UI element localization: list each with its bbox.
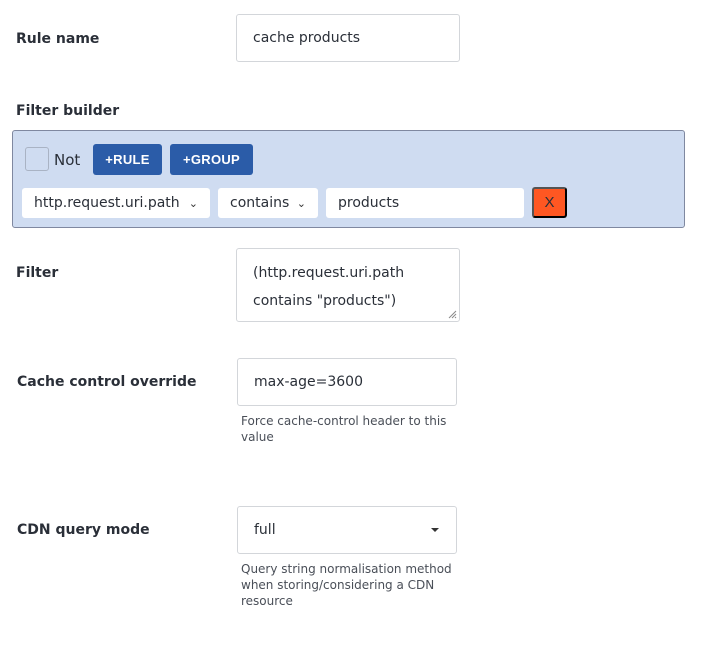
filter-builder-panel: Not +RULE +GROUP http.request.uri.path ⌄… (12, 130, 685, 228)
caret-down-icon (431, 528, 439, 532)
rule-value-text: products (338, 195, 400, 211)
filter-builder-label: Filter builder (16, 103, 120, 119)
add-rule-button[interactable]: +RULE (93, 144, 162, 175)
cdn-query-mode-select[interactable]: full (237, 506, 457, 554)
resize-handle-icon[interactable] (448, 310, 457, 319)
rule-field-value: http.request.uri.path (34, 195, 180, 211)
filter-line-2: contains "products") (253, 293, 397, 309)
cache-control-label: Cache control override (17, 374, 197, 390)
cdn-query-mode-help: Query string normalisation method when s… (241, 562, 452, 608)
filter-line-1: (http.request.uri.path (253, 265, 405, 281)
rule-name-input[interactable]: cache products (236, 14, 460, 62)
filter-textarea[interactable]: (http.request.uri.path contains "product… (236, 248, 460, 322)
rule-field-select[interactable]: http.request.uri.path ⌄ (22, 188, 210, 218)
cache-control-help: Force cache-control header to this value (241, 414, 447, 444)
cdn-query-mode-value: full (254, 522, 276, 538)
rule-name-value: cache products (253, 30, 361, 46)
chevron-down-icon: ⌄ (296, 196, 306, 210)
cdn-query-mode-label: CDN query mode (17, 522, 150, 538)
rule-operator-value: contains (230, 195, 290, 211)
remove-rule-button[interactable]: X (532, 187, 567, 218)
filter-label: Filter (16, 265, 59, 281)
rule-name-label: Rule name (16, 31, 100, 47)
cache-control-input[interactable]: max-age=3600 (237, 358, 457, 406)
chevron-down-icon: ⌄ (188, 196, 198, 210)
cache-control-value: max-age=3600 (254, 374, 363, 390)
rule-operator-select[interactable]: contains ⌄ (218, 188, 318, 218)
not-label: Not (54, 151, 81, 169)
not-checkbox[interactable] (25, 147, 49, 171)
add-group-button[interactable]: +GROUP (170, 144, 253, 175)
rule-value-input[interactable]: products (326, 188, 524, 218)
